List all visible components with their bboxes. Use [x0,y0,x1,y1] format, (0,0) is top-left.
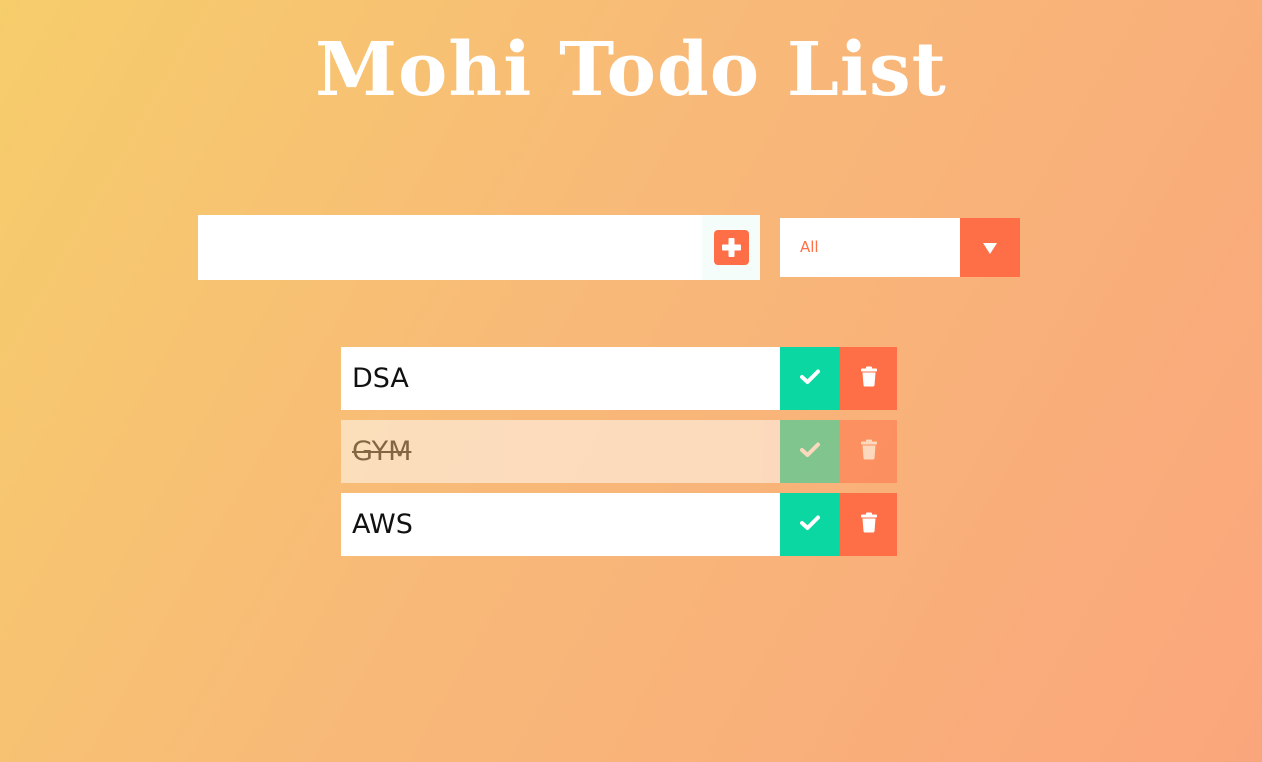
delete-button[interactable] [840,347,897,410]
complete-button[interactable] [780,420,840,483]
add-todo-button[interactable] [702,215,760,280]
complete-button[interactable] [780,493,840,556]
todo-item: AWS [341,493,897,556]
check-icon [799,368,821,390]
todo-text: AWS [352,509,413,540]
todo-form [198,215,760,280]
todo-text: DSA [352,363,409,394]
trash-icon [860,366,878,391]
todo-list: DSA GYM AWS [341,347,897,566]
todo-item: GYM [341,420,897,483]
page-title: Mohi Todo List [315,27,947,113]
trash-icon [860,512,878,537]
trash-icon [860,439,878,464]
todo-item: DSA [341,347,897,410]
delete-button[interactable] [840,493,897,556]
delete-button[interactable] [840,420,897,483]
todo-input[interactable] [198,215,698,280]
check-icon [799,441,821,463]
todo-text: GYM [352,436,412,467]
triangle-down-icon[interactable] [960,218,1020,277]
complete-button[interactable] [780,347,840,410]
check-icon [799,514,821,536]
plus-square-icon [713,230,749,265]
filter-selected-value: All [800,238,819,256]
filter-select[interactable]: All [780,218,1020,277]
